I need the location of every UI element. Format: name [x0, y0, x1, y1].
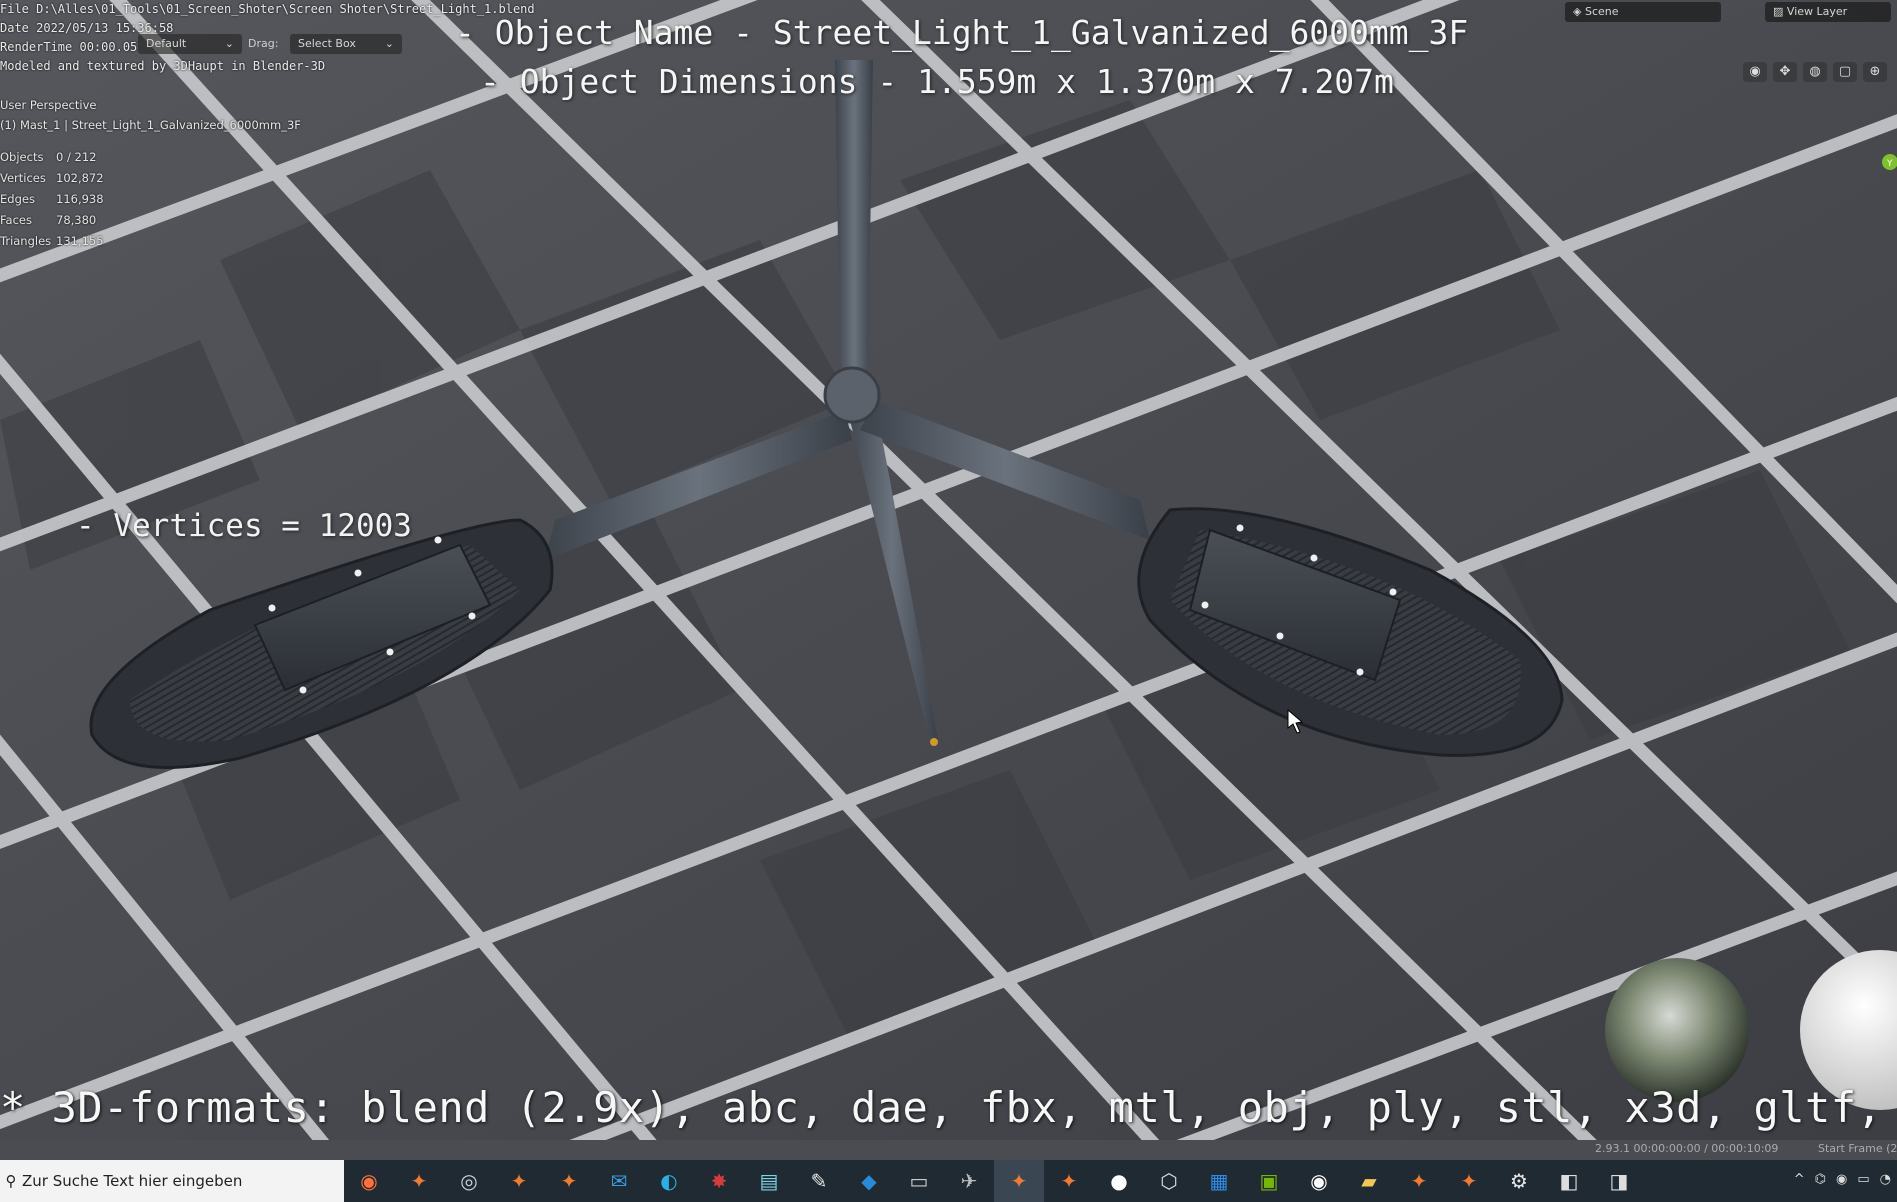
- scene-selector[interactable]: ◈ Scene: [1565, 2, 1721, 22]
- scene-icon: ◈: [1573, 5, 1582, 18]
- drag-value: Select Box: [298, 37, 356, 50]
- stats-label: Edges: [0, 192, 35, 206]
- visibility-icon[interactable]: ◉: [1743, 62, 1767, 82]
- blender-icon[interactable]: ✦: [1394, 1160, 1444, 1202]
- stats-row: Triangles 131,155: [0, 234, 104, 255]
- system-tray: ^ ⌬ ◉ ▭ ◔: [1794, 1172, 1891, 1187]
- view-layer-label: View Layer: [1786, 5, 1848, 18]
- formats-banner: * 3D-formats: blend (2.9x), abc, dae, fb…: [0, 1083, 1897, 1132]
- start-frame-text: Start Frame (2: [1818, 1142, 1897, 1155]
- stats-value: 78,380: [56, 213, 97, 227]
- volume-icon[interactable]: ◔: [1880, 1172, 1891, 1187]
- app-icon[interactable]: ✸: [694, 1160, 744, 1202]
- drag-label: Drag:: [248, 37, 279, 50]
- taskbar-search-box[interactable]: ⚲ Zur Suche Text hier eingeben: [0, 1160, 344, 1202]
- mail-icon[interactable]: ✉: [594, 1160, 644, 1202]
- windows-taskbar: ⚲ Zur Suche Text hier eingeben ◉ ✦ ◎ ✦ ✦ ✉ ◐ ✸ ▤…: [0, 1160, 1897, 1202]
- chevron-down-icon: ⌄: [224, 37, 234, 50]
- stats-label: Triangles: [0, 234, 52, 248]
- scene-statistics: Objects 0 / 212 Vertices 102,872 Edges 116,93…: [0, 150, 104, 255]
- app-icon[interactable]: ✈: [944, 1160, 994, 1202]
- app-icon[interactable]: ◧: [1544, 1160, 1594, 1202]
- cube-icon[interactable]: ⬡: [1144, 1160, 1194, 1202]
- search-icon: ⚲: [5, 1172, 17, 1190]
- app-icon[interactable]: ◨: [1594, 1160, 1644, 1202]
- panda-icon[interactable]: ●: [1094, 1160, 1144, 1202]
- blender-icon[interactable]: ✦: [1444, 1160, 1494, 1202]
- scene-label: Scene: [1584, 5, 1619, 18]
- battery-icon[interactable]: ▭: [1857, 1172, 1869, 1187]
- object-dimensions-title: - Object Dimensions - 1.559m x 1.370m x …: [480, 62, 1394, 101]
- stats-label: Objects: [0, 150, 44, 164]
- stats-row: Objects 0 / 212: [0, 150, 104, 171]
- gear-icon[interactable]: ⚙: [1494, 1160, 1544, 1202]
- stats-value: 0 / 212: [56, 150, 97, 164]
- terminal-icon[interactable]: ▭: [894, 1160, 944, 1202]
- 3d-viewport[interactable]: Y: [0, 0, 1897, 1140]
- stats-value: 102,872: [56, 171, 104, 185]
- gizmo-y-label: Y: [1886, 159, 1893, 169]
- overlay-toggle-icon[interactable]: ◍: [1803, 62, 1827, 82]
- render-time-text: RenderTime 00:00.05: [0, 40, 138, 54]
- mast-joint: [823, 366, 881, 424]
- wireframe-shading-icon[interactable]: ⊕: [1863, 62, 1887, 82]
- notepad-icon[interactable]: ▤: [744, 1160, 794, 1202]
- app-icon[interactable]: ◆: [844, 1160, 894, 1202]
- firefox-icon[interactable]: ◉: [344, 1160, 394, 1202]
- stats-label: Faces: [0, 213, 32, 227]
- view-layer-selector[interactable]: ▨ View Layer: [1765, 2, 1891, 22]
- blender-icon[interactable]: ✦: [544, 1160, 594, 1202]
- viewport-scene[interactable]: Y: [0, 0, 1897, 1140]
- steam-icon[interactable]: ◎: [444, 1160, 494, 1202]
- taskbar-app-icons: ◉ ✦ ◎ ✦ ✦ ✉ ◐ ✸ ▤ ✎ ◆ ▭ ✈ ✦ ✦ ● ⬡ ▦ ▣ ◉ ▰ ✦ ✦ ⚙ ◧ ◨: [344, 1160, 1644, 1202]
- paint-icon[interactable]: ✎: [794, 1160, 844, 1202]
- network-icon[interactable]: ⌬: [1815, 1172, 1826, 1187]
- nvidia-icon[interactable]: ▣: [1244, 1160, 1294, 1202]
- active-object-label: (1) Mast_1 | Street_Light_1_Galvanized_6…: [0, 118, 301, 132]
- app-icon[interactable]: ◉: [1294, 1160, 1344, 1202]
- app-tray-icon[interactable]: ◉: [1836, 1172, 1847, 1187]
- blender-icon[interactable]: ✦: [494, 1160, 544, 1202]
- stats-value: 131,155: [56, 234, 104, 248]
- edge-icon[interactable]: ◐: [644, 1160, 694, 1202]
- mast-tip: [930, 738, 938, 746]
- blender-icon[interactable]: ✦: [994, 1160, 1044, 1202]
- stats-row: Edges 116,938: [0, 192, 104, 213]
- calendar-icon[interactable]: ▦: [1194, 1160, 1244, 1202]
- object-name-title: - Object Name - Street_Light_1_Galvanize…: [455, 13, 1469, 52]
- view-layer-icon: ▨: [1773, 5, 1784, 18]
- taskbar-search-placeholder: Zur Suche Text hier eingeben: [22, 1172, 243, 1190]
- hdri-preview-sphere: [1605, 958, 1749, 1102]
- mast-upper: [835, 60, 873, 370]
- version-timecode-text: 2.93.1 00:00:00:00 / 00:00:10:09: [1595, 1142, 1779, 1155]
- stats-row: Vertices 102,872: [0, 171, 104, 192]
- viewport-shading-toolbar: ◉ ✥ ◍ ▢ ⊕: [1743, 62, 1887, 82]
- xray-icon[interactable]: ▢: [1833, 62, 1857, 82]
- gizmo-toggle-icon[interactable]: ✥: [1773, 62, 1797, 82]
- stats-value: 116,938: [56, 192, 104, 206]
- stats-label: Vertices: [0, 171, 46, 185]
- blender-icon[interactable]: ✦: [1044, 1160, 1094, 1202]
- orientation-dropdown[interactable]: Default ⌄: [138, 34, 242, 54]
- chevron-down-icon: ⌄: [384, 37, 394, 50]
- credit-text: Modeled and textured by 3DHaupt in Blend…: [0, 59, 326, 73]
- date-text: Date 2022/05/13 15:36:58: [0, 21, 174, 35]
- view-perspective-label: User Perspective: [0, 98, 97, 112]
- blender-icon[interactable]: ✦: [394, 1160, 444, 1202]
- orientation-value: Default: [146, 37, 187, 50]
- stats-row: Faces 78,380: [0, 213, 104, 234]
- folder-icon[interactable]: ▰: [1344, 1160, 1394, 1202]
- chevron-up-icon[interactable]: ^: [1794, 1172, 1805, 1187]
- vertices-note: - Vertices = 12003: [76, 508, 412, 544]
- drag-dropdown[interactable]: Select Box ⌄: [290, 34, 402, 54]
